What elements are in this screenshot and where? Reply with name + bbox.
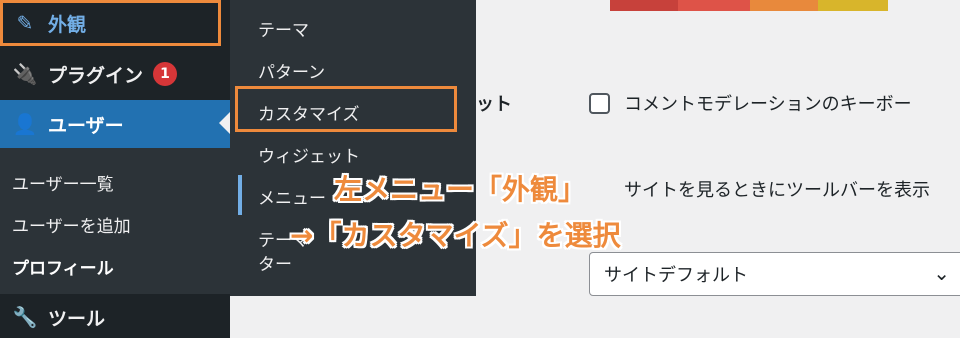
sidebar-item-label: ツール [48,307,106,330]
sidebar-item-plugins[interactable]: 🔌 プラグイン 1 [0,50,230,98]
flyout-hover-indicator [238,175,242,215]
chevron-down-icon: ⌄ [933,261,950,285]
sidebar-item-users[interactable]: 👤 ユーザー [0,100,230,148]
submenu-item-profile[interactable]: プロフィール [12,254,114,279]
highlight-customize [235,86,457,132]
color-swatch-4 [818,0,888,11]
keyboard-shortcuts-label: コメントモデレーションのキーボー [624,94,912,115]
user-icon: 👤 [12,112,38,136]
instruction-annotation-line1: 左メニュー「外観」 [334,173,587,206]
sidebar-item-tools[interactable]: 🔧 ツール [0,296,230,338]
color-swatch-3 [750,0,818,11]
keyboard-shortcuts-checkbox[interactable] [589,93,610,114]
flyout-item-themes[interactable]: テーマ [258,16,309,41]
sidebar-item-label: プラグイン [48,64,144,87]
submenu-item-add-user[interactable]: ユーザーを追加 [12,212,131,237]
language-select[interactable]: サイトデフォルト ⌄ [589,252,960,296]
flyout-item-patterns[interactable]: パターン [258,58,325,83]
flyout-item-menus[interactable]: メニュー [258,184,326,209]
row-label-keyboard-shortcuts: ット [476,94,512,115]
highlight-appearance [0,0,221,46]
color-swatch-1 [610,0,678,11]
flyout-item-theme-editor-line2[interactable]: ター [258,250,292,275]
plug-icon: 🔌 [12,62,38,86]
sidebar-item-label: ユーザー [48,114,124,137]
current-menu-arrow [219,112,230,134]
update-count-badge: 1 [153,62,178,86]
submenu-item-all-users[interactable]: ユーザー一覧 [12,170,114,195]
color-swatch-2 [678,0,750,11]
wrench-icon: 🔧 [12,305,38,329]
flyout-item-widgets[interactable]: ウィジェット [258,142,360,167]
toolbar-label: サイトを見るときにツールバーを表示 [624,180,930,201]
instruction-annotation-line2: →「カスタマイズ」を選択 [290,219,621,252]
select-value: サイトデフォルト [604,265,748,286]
